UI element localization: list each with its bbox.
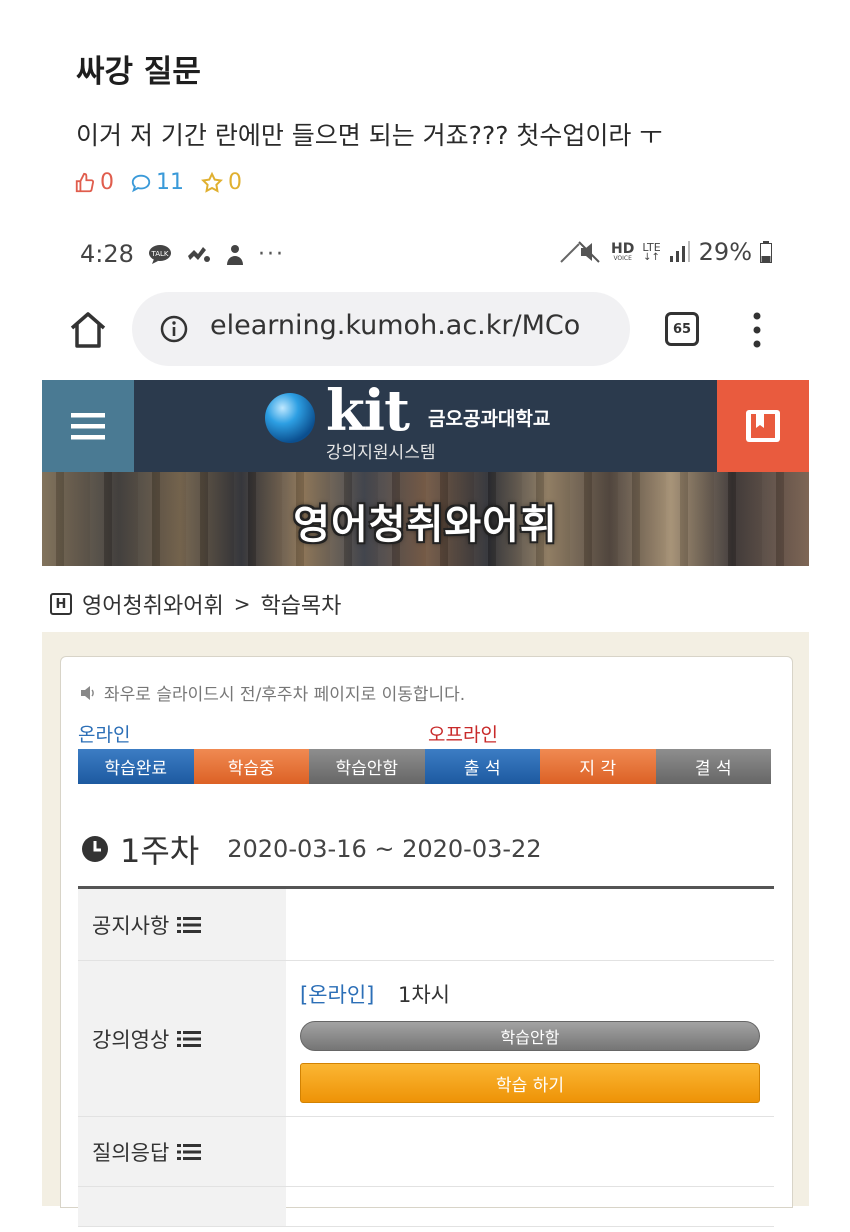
system-name: 강의지원시스템 [326, 443, 436, 463]
list-icon [177, 1143, 202, 1160]
week-content-table: 공지사항 강의영상 [온라인] 1차시 학습안함 학습 하기 질의응답 [78, 886, 774, 1227]
svg-text:TALK: TALK [150, 250, 168, 258]
row-header[interactable]: 강의영상 [78, 961, 286, 1116]
row-content [286, 1117, 774, 1186]
app-notification-icon [188, 246, 210, 262]
logo-wordmark: kit [326, 378, 410, 444]
list-icon [177, 916, 202, 933]
course-banner: 영어청취와어휘 [42, 472, 809, 566]
thumbs-up-icon [75, 172, 95, 192]
status-legend: 학습완료 학습중 학습안함 출 석 지 각 결 석 [78, 749, 771, 784]
comment-icon [131, 174, 151, 192]
row-header[interactable]: 공지사항 [78, 889, 286, 960]
list-icon [177, 1030, 202, 1047]
row-content: [온라인] 1차시 학습안함 학습 하기 [286, 961, 774, 1116]
table-row: 강의영상 [온라인] 1차시 학습안함 학습 하기 [78, 961, 774, 1117]
week-date-range: 2020-03-16 ~ 2020-03-22 [227, 835, 542, 863]
online-legend-label: 온라인 [78, 724, 131, 746]
globe-logo-icon [265, 393, 315, 443]
qna-label: 질의응답 [92, 1140, 170, 1165]
scrap-button[interactable]: 0 [200, 170, 242, 195]
university-name: 금오공과대학교 [428, 408, 551, 430]
scrap-count: 0 [228, 170, 242, 195]
star-icon [201, 171, 223, 193]
row-content [286, 889, 774, 960]
browser-toolbar: elearning.kumoh.ac.kr/MCo 65 [0, 286, 850, 378]
more-menu-icon[interactable] [748, 310, 766, 350]
comment-count: 11 [156, 170, 184, 195]
table-row: 질의응답 [78, 1117, 774, 1187]
week-header: 1주차 2020-03-16 ~ 2020-03-22 [80, 826, 542, 872]
online-tag: [온라인] [300, 983, 375, 1007]
mute-icon [560, 241, 600, 263]
legend-absent: 결 석 [655, 749, 771, 784]
address-bar[interactable]: elearning.kumoh.ac.kr/MCo [132, 292, 630, 366]
legend-not-started: 학습안함 [309, 749, 425, 784]
info-icon[interactable] [160, 315, 188, 343]
row-header[interactable]: 질의응답 [78, 1117, 286, 1186]
legend-done: 학습완료 [78, 749, 194, 784]
person-icon [227, 244, 243, 265]
home-badge-icon[interactable]: H [50, 593, 72, 615]
home-icon[interactable] [66, 308, 110, 352]
system-status-icons: HD VOICE LTE ↓↑ 29% [551, 238, 772, 266]
book-icon [746, 410, 780, 442]
breadcrumb-separator: > [233, 592, 251, 616]
post-body: 이거 저 기간 란에만 들으면 되는 거죠??? 첫수업이라 ㅜ [76, 121, 663, 150]
url-text[interactable]: elearning.kumoh.ac.kr/MCo [210, 310, 580, 341]
notice-board-label: 공지사항 [92, 913, 170, 938]
breadcrumb-course[interactable]: 영어청취와어휘 [82, 588, 224, 620]
legend-late: 지 각 [540, 749, 656, 784]
hd-voice-icon: HD VOICE [611, 241, 635, 262]
legend-present: 출 석 [424, 749, 540, 784]
breadcrumb: H 영어청취와어휘 > 학습목차 [50, 588, 341, 620]
signal-icon [669, 241, 690, 262]
bookmark-button[interactable] [717, 380, 809, 472]
lte-icon: LTE ↓↑ [642, 240, 661, 263]
post-header: 싸강 질문 이거 저 기간 란에만 들으면 되는 거죠??? 첫수업이라 ㅜ 0… [0, 0, 850, 222]
post-stats: 0 11 0 [74, 170, 258, 195]
row-header[interactable] [78, 1187, 286, 1226]
site-header: kit 금오공과대학교 강의지원시스템 [42, 378, 809, 472]
site-logo[interactable]: kit 금오공과대학교 강의지원시스템 [264, 378, 604, 466]
more-notifications: ··· [258, 242, 285, 267]
table-row: 공지사항 [78, 889, 774, 961]
speaker-icon [81, 685, 94, 700]
battery-icon [760, 241, 772, 263]
status-time: 4:28 [80, 240, 134, 268]
legend-in-progress: 학습중 [193, 749, 309, 784]
notice-text: 좌우로 슬라이드시 전/후주차 페이지로 이동합니다. [104, 685, 466, 705]
row-content [286, 1187, 774, 1226]
learning-status-badge: 학습안함 [300, 1021, 760, 1051]
hamburger-icon [71, 413, 105, 440]
table-row [78, 1187, 774, 1227]
course-title: 영어청취와어휘 [293, 502, 558, 548]
like-count: 0 [100, 170, 114, 195]
talk-icon: TALK [149, 244, 171, 264]
battery-percent: 29% [698, 238, 752, 266]
slide-notice: 좌우로 슬라이드시 전/후주차 페이지로 이동합니다. [80, 680, 465, 705]
clock-icon [82, 836, 108, 862]
notification-icons: TALK ··· [148, 242, 297, 267]
phone-status-bar: 4:28 TALK ··· HD VOICE LTE ↓↑ 29% [0, 222, 850, 286]
start-learning-button[interactable]: 학습 하기 [300, 1063, 760, 1103]
tab-switcher-button[interactable]: 65 [665, 312, 699, 346]
offline-legend-label: 오프라인 [428, 724, 498, 746]
session-label: 1차시 [398, 983, 451, 1007]
lecture-video-label: 강의영상 [92, 1027, 170, 1052]
week-label: 1주차 [120, 832, 200, 870]
like-button[interactable]: 0 [74, 170, 114, 195]
comment-button[interactable]: 11 [130, 170, 184, 195]
post-title: 싸강 질문 [76, 54, 201, 90]
breadcrumb-current: 학습목차 [260, 594, 342, 619]
menu-button[interactable] [42, 380, 134, 472]
